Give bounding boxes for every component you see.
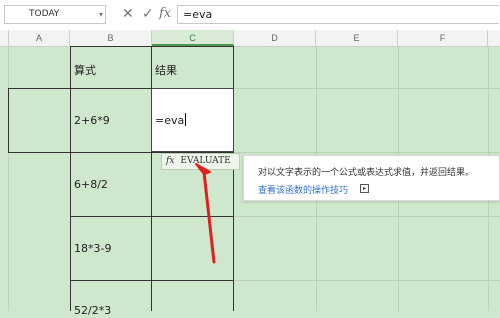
gridline [234, 216, 500, 217]
gridline [234, 88, 500, 89]
function-autocomplete[interactable]: fx EVALUATE [161, 153, 240, 170]
cell-b1[interactable]: 算式 [74, 64, 96, 78]
function-icon: fx [166, 156, 175, 166]
function-help-link[interactable]: 查看该函数的操作技巧 [258, 183, 348, 196]
gridline [234, 152, 500, 153]
cell-b4[interactable]: 18*3-9 [74, 242, 111, 256]
text-caret [185, 113, 187, 126]
column-header-a[interactable]: A [9, 30, 70, 46]
cell-b2[interactable]: 2+6*9 [74, 114, 110, 128]
insert-function-icon[interactable]: fx [159, 6, 171, 22]
formula-bar: TODAY ▾ ✕ ✓ fx =eva [0, 0, 500, 31]
cell-b3[interactable]: 6+8/2 [74, 178, 108, 192]
table-border [70, 280, 234, 281]
table-border [233, 46, 234, 311]
table-border [70, 216, 234, 217]
table-border [151, 46, 152, 311]
cell-c2-value: =eva [155, 114, 185, 127]
name-box[interactable]: TODAY ▾ [4, 5, 106, 24]
gridline [8, 46, 9, 311]
table-border [8, 88, 9, 152]
chevron-down-icon[interactable]: ▾ [99, 6, 103, 23]
select-all-corner[interactable] [0, 30, 9, 46]
cell-c2-editor[interactable]: =eva [155, 113, 187, 127]
column-header-c[interactable]: C [152, 30, 234, 46]
table-border [70, 46, 234, 47]
confirm-icon[interactable]: ✓ [142, 6, 154, 22]
active-cell-c2[interactable]: =eva [151, 88, 234, 152]
column-header-row: A B C D E F [0, 30, 500, 47]
function-description: 对以文字表示的一个公式或表达式求值，并返回结果。 [258, 168, 475, 178]
column-header-b[interactable]: B [70, 30, 152, 46]
formula-input[interactable]: =eva [177, 5, 499, 24]
cancel-icon[interactable]: ✕ [122, 6, 134, 22]
column-header-f[interactable]: F [398, 30, 488, 46]
function-tooltip: 对以文字表示的一个公式或表达式求值，并返回结果。 查看该函数的操作技巧 ▸ [243, 155, 500, 201]
column-header-d[interactable]: D [234, 30, 316, 46]
formula-input-value: =eva [183, 8, 213, 21]
open-help-icon[interactable]: ▸ [360, 184, 369, 193]
cell-c1[interactable]: 结果 [155, 64, 177, 78]
autocomplete-suggestion[interactable]: EVALUATE [180, 156, 230, 166]
name-box-value: TODAY [29, 9, 60, 19]
table-border [70, 46, 71, 311]
column-header-e[interactable]: E [316, 30, 398, 46]
cell-b5[interactable]: 52/2*3 [74, 304, 111, 318]
gridline [234, 280, 500, 281]
